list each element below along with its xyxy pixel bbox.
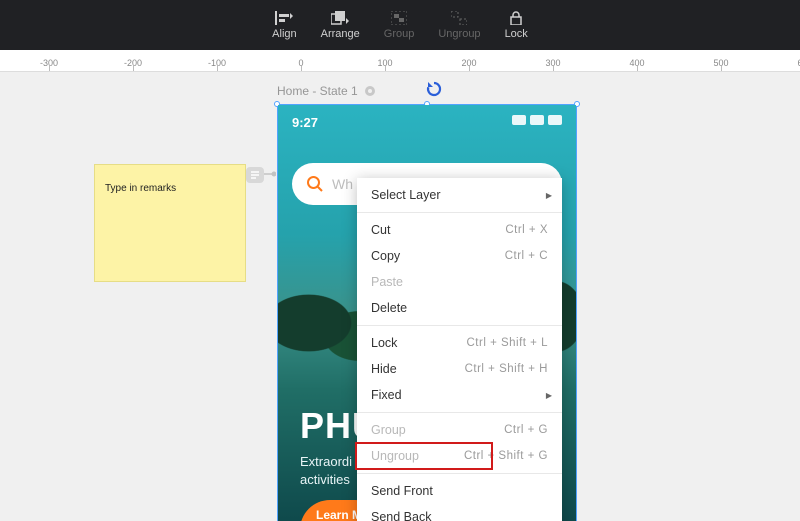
- menu-label: Select Layer: [371, 188, 440, 202]
- menu-fixed[interactable]: Fixed: [357, 382, 562, 408]
- menu-label: Send Back: [371, 510, 431, 521]
- status-icons: [512, 115, 562, 125]
- shortcut: Ctrl + X: [505, 224, 548, 236]
- search-placeholder: Wh: [332, 176, 353, 192]
- ungroup-label: Ungroup: [438, 28, 480, 40]
- menu-ungroup: Ungroup Ctrl + Shift + G: [357, 443, 562, 469]
- menu-group: Group Ctrl + G: [357, 417, 562, 443]
- sticky-text: Type in remarks: [105, 183, 176, 194]
- horizontal-ruler: -300-200-1000100200300400500600700: [0, 50, 800, 72]
- lock-label: Lock: [505, 28, 528, 40]
- status-time: 9:27: [292, 115, 318, 130]
- arrange-label: Arrange: [321, 28, 360, 40]
- shortcut: Ctrl + Shift + G: [464, 450, 548, 462]
- ungroup-tool: Ungroup: [438, 10, 480, 40]
- group-tool: Group: [384, 10, 415, 40]
- menu-label: Hide: [371, 362, 397, 376]
- menu-separator: [357, 412, 562, 413]
- menu-label: Paste: [371, 275, 403, 289]
- menu-lock[interactable]: Lock Ctrl + Shift + L: [357, 330, 562, 356]
- menu-copy[interactable]: Copy Ctrl + C: [357, 243, 562, 269]
- align-tool[interactable]: Align: [272, 10, 296, 40]
- sticky-tab-icon[interactable]: [246, 167, 266, 185]
- align-icon: [273, 10, 295, 26]
- lock-icon: [505, 10, 527, 26]
- shortcut: Ctrl + Shift + H: [465, 363, 548, 375]
- menu-label: Fixed: [371, 388, 402, 402]
- group-icon: [388, 10, 410, 26]
- lock-tool[interactable]: Lock: [505, 10, 528, 40]
- menu-separator: [357, 325, 562, 326]
- menu-select-layer[interactable]: Select Layer: [357, 182, 562, 208]
- context-menu: Select Layer Cut Ctrl + X Copy Ctrl + C Pa…: [357, 178, 562, 521]
- refresh-button[interactable]: [425, 80, 443, 98]
- menu-separator: [357, 473, 562, 474]
- menu-label: Delete: [371, 301, 407, 315]
- menu-paste: Paste: [357, 269, 562, 295]
- sticky-note[interactable]: Type in remarks: [94, 164, 246, 282]
- shortcut: Ctrl + Shift + L: [466, 337, 548, 349]
- menu-label: Ungroup: [371, 449, 419, 463]
- design-canvas[interactable]: Type in remarks Home - State 1 9:27 Wh P…: [0, 72, 800, 521]
- shortcut: Ctrl + C: [505, 250, 548, 262]
- hero-subline-1: Extraordi: [300, 453, 352, 471]
- menu-delete[interactable]: Delete: [357, 295, 562, 321]
- hero-subline-2: activities: [300, 471, 350, 489]
- artboard-title: Home - State 1: [277, 84, 358, 98]
- menu-label: Group: [371, 423, 406, 437]
- align-label: Align: [272, 28, 296, 40]
- menu-label: Send Front: [371, 484, 433, 498]
- ungroup-icon: [448, 10, 470, 26]
- search-icon: [306, 175, 324, 193]
- shortcut: Ctrl + G: [504, 424, 548, 436]
- top-toolbar: Align Arrange Group Ungroup Lock: [0, 0, 800, 50]
- arrange-icon: [329, 10, 351, 26]
- menu-label: Cut: [371, 223, 390, 237]
- menu-label: Copy: [371, 249, 400, 263]
- group-label: Group: [384, 28, 415, 40]
- arrange-tool[interactable]: Arrange: [321, 10, 360, 40]
- menu-send-back[interactable]: Send Back: [357, 504, 562, 521]
- menu-cut[interactable]: Cut Ctrl + X: [357, 217, 562, 243]
- menu-hide[interactable]: Hide Ctrl + Shift + H: [357, 356, 562, 382]
- menu-send-front[interactable]: Send Front: [357, 478, 562, 504]
- gear-icon[interactable]: [364, 85, 376, 97]
- menu-label: Lock: [371, 336, 397, 350]
- artboard-label[interactable]: Home - State 1: [277, 84, 376, 98]
- menu-separator: [357, 212, 562, 213]
